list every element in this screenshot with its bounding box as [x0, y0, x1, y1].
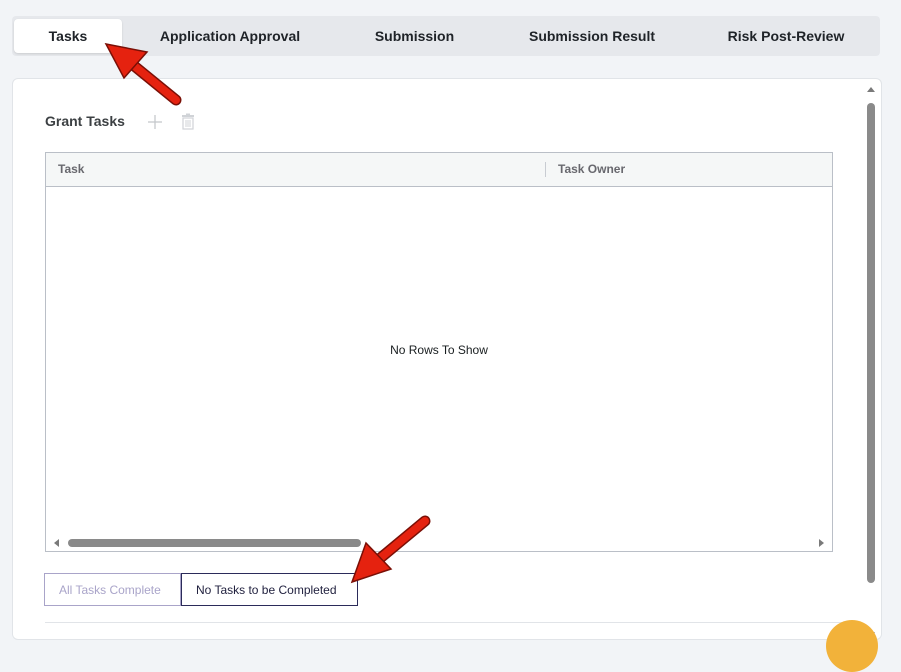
grid-header: Task Task Owner: [46, 153, 832, 187]
column-header-task[interactable]: Task: [58, 153, 84, 186]
tab-bar: Tasks Application Approval Submission Su…: [12, 16, 880, 56]
scroll-left-icon[interactable]: [54, 539, 59, 547]
tab-submission-result[interactable]: Submission Result: [512, 19, 672, 53]
tab-tasks[interactable]: Tasks: [14, 19, 122, 53]
horizontal-scroll-thumb[interactable]: [68, 539, 361, 547]
column-header-task-owner[interactable]: Task Owner: [558, 153, 625, 186]
scroll-right-icon[interactable]: [819, 539, 824, 547]
content-panel: Grant Tasks Task Task Owner No Rows To S…: [12, 78, 882, 640]
scroll-up-icon[interactable]: [867, 87, 875, 92]
vertical-scroll-thumb[interactable]: [867, 103, 875, 583]
horizontal-scrollbar[interactable]: [46, 535, 832, 551]
tab-application-approval[interactable]: Application Approval: [140, 19, 320, 53]
plus-icon[interactable]: [147, 114, 163, 130]
vertical-scrollbar[interactable]: [865, 83, 877, 637]
no-tasks-to-complete-button[interactable]: No Tasks to be Completed: [181, 573, 358, 606]
tab-risk-post-review[interactable]: Risk Post-Review: [712, 19, 860, 53]
all-tasks-complete-button[interactable]: All Tasks Complete: [44, 573, 181, 606]
column-separator[interactable]: [545, 162, 546, 177]
trash-icon[interactable]: [181, 113, 195, 130]
no-rows-message: No Rows To Show: [390, 343, 488, 357]
help-bubble[interactable]: [826, 620, 878, 672]
divider: [45, 622, 845, 623]
section-title: Grant Tasks: [45, 113, 125, 129]
tab-submission[interactable]: Submission: [352, 19, 477, 53]
tasks-grid: Task Task Owner No Rows To Show: [45, 152, 833, 552]
